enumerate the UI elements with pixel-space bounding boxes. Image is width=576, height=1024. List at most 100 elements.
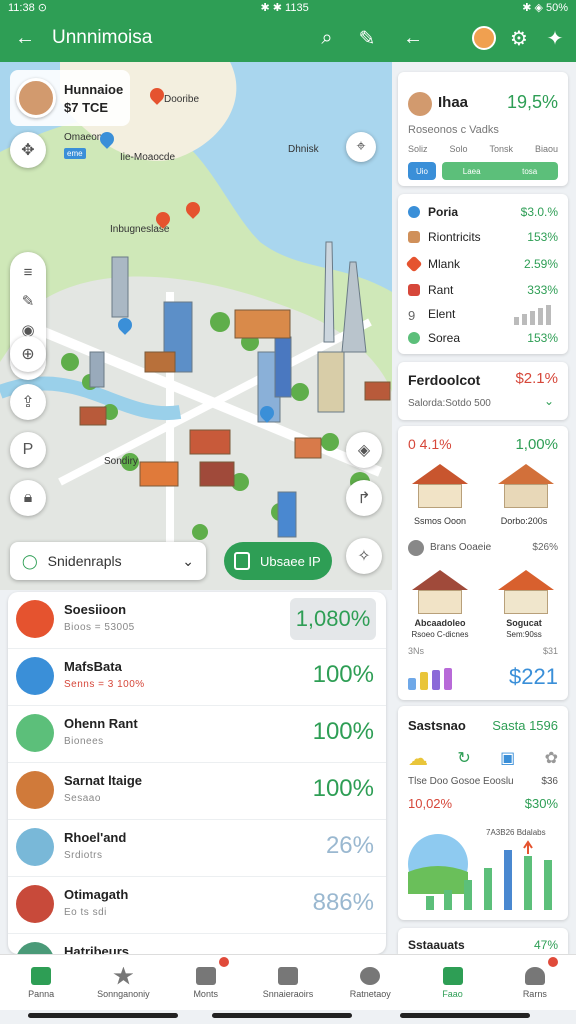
category-row[interactable]: Poria $3.0.% xyxy=(408,202,558,222)
statistics-title: Sastsnao xyxy=(408,718,466,733)
parking-icon: P xyxy=(22,441,34,458)
target-icon: ⊕ xyxy=(21,346,35,363)
house-icon[interactable] xyxy=(412,464,468,510)
app-bar: ← Unnnimoisa ⌕ ✎ ← ⚙ ✦ xyxy=(0,14,576,62)
wrench-icon: ✧ xyxy=(357,548,371,565)
list-item-percent: 26% xyxy=(325,832,374,859)
search-icon[interactable]: ⌕ xyxy=(314,27,340,50)
park-icon xyxy=(16,942,54,954)
map-card-value: $7 TCE xyxy=(64,100,109,115)
back-arrow-icon-secondary[interactable]: ← xyxy=(400,27,426,50)
summary-bar-blue[interactable]: Uio xyxy=(408,162,436,180)
summary-bar-label: tosa xyxy=(522,166,538,176)
statistics-value: Sasta 1596 xyxy=(492,718,558,733)
list-item[interactable]: Soesiioon Bioos = 53005 1,080% xyxy=(8,592,386,649)
tools-icon[interactable]: ✦ xyxy=(542,26,568,51)
category-row[interactable]: Riontricits 153% xyxy=(408,227,558,247)
chart-icon[interactable]: ▣ xyxy=(500,748,515,768)
tools-button[interactable]: ✧ xyxy=(346,538,382,574)
house-icon[interactable] xyxy=(412,570,468,616)
category-label: Poria xyxy=(428,205,459,219)
status-card[interactable]: Sstaauats 47% xyxy=(398,928,568,954)
search-icon xyxy=(360,966,381,985)
cloud-sun-icon[interactable]: ☁ xyxy=(408,746,428,771)
map-label: Sondiry xyxy=(104,456,138,467)
menu-icon[interactable]: ≡ xyxy=(24,264,33,281)
category-label: Rant xyxy=(428,283,454,297)
category-row[interactable]: Sorea 153% xyxy=(408,328,558,348)
card-icon xyxy=(408,284,420,296)
status-battery: ✱ ◈ 50% xyxy=(522,1,568,14)
statistics-row-value: $36 xyxy=(541,776,558,787)
map-filter-dropdown[interactable]: ◯ Snidenrapls ⌄ xyxy=(10,542,206,580)
properties-card: 0 4.1% 1,00% Ssmos Ooon Dorbo:200s Brans… xyxy=(398,426,568,700)
pin-icon: ⌖ xyxy=(356,138,366,155)
summary-card[interactable]: Ihaa 19,5% Roseonos c Vadks Soliz Solo T… xyxy=(398,72,568,186)
draw-icon[interactable]: ✎ xyxy=(22,292,35,310)
feed-title: Ferdoolcot xyxy=(408,372,481,388)
lock-button[interactable]: 🔒︎ xyxy=(10,480,46,516)
list-item[interactable]: Ohenn Rant Bionees 100% xyxy=(8,706,386,763)
feed-card[interactable]: Ferdoolcot $2.1% Salorda:Sotdo 500 ⌄ xyxy=(398,362,568,420)
list-item[interactable]: Otimagath Eo ts sdi 886% xyxy=(8,877,386,934)
chevron-down-icon[interactable]: ⌄ xyxy=(544,394,554,408)
summary-bar-green[interactable]: Laea tosa xyxy=(442,162,558,180)
status-time: 11:38 ⊙ xyxy=(8,1,47,14)
list-item-sub: Sesaao xyxy=(64,793,101,804)
list-item[interactable]: Sarnat ltaige Sesaao 100% xyxy=(8,763,386,820)
profile-name: Ihaa xyxy=(438,94,469,111)
map-label: Omaeon xyxy=(64,132,103,143)
tab-profile[interactable]: Rarns xyxy=(494,955,576,1010)
compass-button[interactable]: ✥ xyxy=(10,132,46,168)
tab-favorites[interactable]: Sonnganoniy xyxy=(82,955,164,1010)
home-icon xyxy=(31,966,52,985)
tab-messages[interactable]: Monts xyxy=(165,955,247,1010)
map-user-card[interactable]: Hunnaioe $7 TCE xyxy=(10,70,130,126)
parking-button[interactable]: P xyxy=(10,432,46,468)
target-button[interactable]: ⊕ xyxy=(10,336,46,372)
back-arrow-icon[interactable]: ← xyxy=(12,27,38,50)
route-icon: ↱ xyxy=(357,490,371,507)
list-item-sub: Senns = 3 100% xyxy=(64,679,145,690)
tab-search[interactable]: Ratnetaoy xyxy=(329,955,411,1010)
map-label: Iie-Moaocde xyxy=(120,152,176,163)
user-avatar[interactable] xyxy=(472,26,496,50)
list-item-title: Otimagath xyxy=(64,887,129,902)
message-icon xyxy=(195,966,216,985)
tab-active[interactable]: Faao xyxy=(411,955,493,1010)
statistics-row-label: Tlse Doo Gosoe Eooslu xyxy=(408,776,514,787)
list-item[interactable]: Rhoel'and Srdiotrs 26% xyxy=(8,820,386,877)
category-label: Elent xyxy=(428,307,456,321)
category-row[interactable]: Rant 333% xyxy=(408,280,558,300)
category-value: 153% xyxy=(527,230,558,244)
search-icon: ◯ xyxy=(22,552,38,569)
building-icon xyxy=(16,828,54,866)
statistics-icons: ☁ ↻ ▣ ✿ xyxy=(408,744,558,772)
map-view[interactable]: Hunnaioe $7 TCE Dooribe Omaeon Iie-Moaoc… xyxy=(0,62,392,590)
list-item[interactable]: Hatribeurs xyxy=(8,934,386,954)
category-row[interactable]: Mlank 2.59% xyxy=(405,254,558,274)
tab-home[interactable]: Panna xyxy=(0,955,82,1010)
share-button[interactable]: ⇪ xyxy=(10,384,46,420)
route-button[interactable]: ↱ xyxy=(346,480,382,516)
house-icon[interactable] xyxy=(498,570,554,616)
gear-icon[interactable]: ⚙ xyxy=(506,26,532,51)
tab-mail[interactable]: Snnaieraoirs xyxy=(247,955,329,1010)
location-button[interactable]: ⌖ xyxy=(346,132,376,162)
list-item[interactable]: MafsBata Senns = 3 100% 100% xyxy=(8,649,386,706)
refresh-icon[interactable]: ↻ xyxy=(457,748,470,768)
action-pill-button[interactable]: Ubsaee IP xyxy=(224,542,332,580)
category-label: Mlank xyxy=(428,257,461,271)
category-row[interactable]: 9 Elent xyxy=(408,304,558,325)
statistics-amount: $30% xyxy=(524,796,558,811)
layers-button[interactable]: ◈ xyxy=(346,432,382,468)
list-item-percent: 100% xyxy=(312,775,374,802)
settings-icon[interactable]: ✿ xyxy=(545,748,558,768)
category-value: 153% xyxy=(527,331,558,345)
lock-icon: 🔒︎ xyxy=(23,489,33,506)
feed-value: $2.1% xyxy=(515,370,558,387)
edit-icon[interactable]: ✎ xyxy=(354,26,380,51)
list-item-sub: Bioos = 53005 xyxy=(64,622,135,633)
house-icon[interactable] xyxy=(498,464,554,510)
list-item-title: MafsBata xyxy=(64,659,122,674)
